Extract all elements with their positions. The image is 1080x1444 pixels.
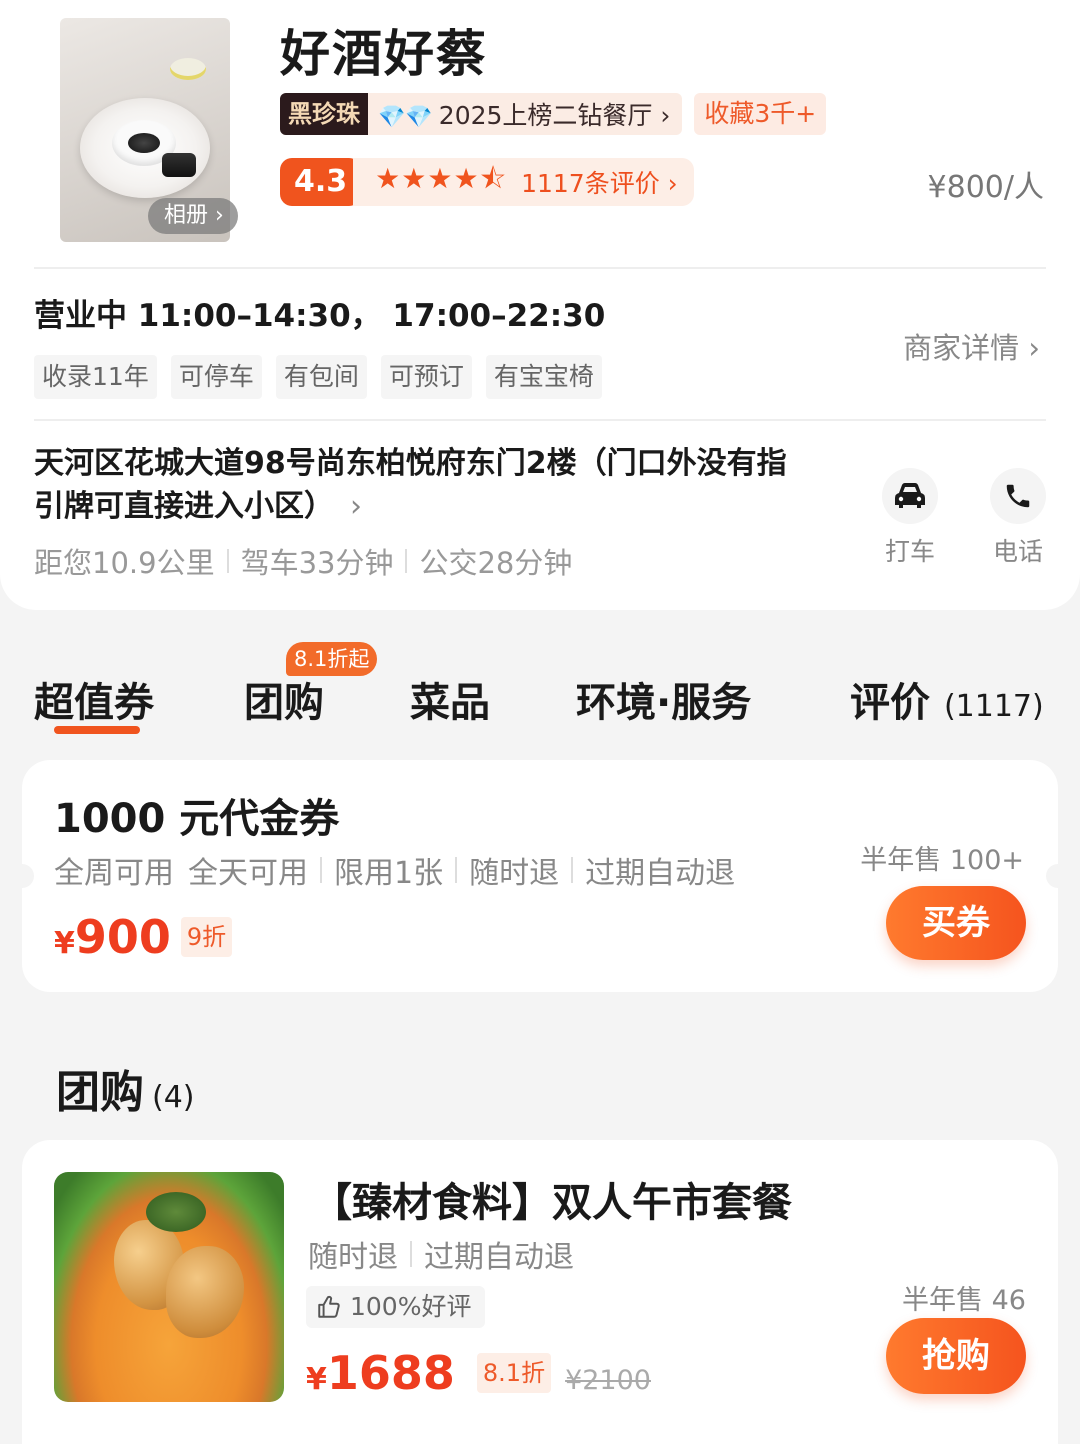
phone-label: 电话 [992, 537, 1043, 566]
tab-group-buy[interactable]: 团购 [244, 670, 324, 728]
feature-tags: 收录11年 可停车 有包间 可预订 有宝宝椅 [34, 355, 602, 399]
voucher-term: 限用1张 [334, 856, 444, 891]
separator [226, 549, 229, 573]
feature-tag: 可预订 [380, 355, 472, 399]
photo-food [166, 1246, 244, 1338]
feature-tag: 可停车 [170, 355, 262, 399]
discount-badge: 9折 [180, 917, 233, 957]
voucher-term: 过期自动退 [585, 856, 736, 891]
grab-deal-button[interactable]: 抢购 [886, 1318, 1026, 1394]
rating-box: ★★★★⯪ 1117条评价 › [353, 158, 694, 206]
star-rating-icon: ★★★★⯪ [375, 162, 508, 195]
currency-symbol: ¥ [54, 926, 75, 961]
good-rate-badge: 100%好评 [306, 1286, 486, 1328]
shop-name: 好酒好蔡 [280, 25, 488, 83]
address-text: 天河区花城大道98号尚东柏悦府东门2楼（门口外没有指引牌可直接进入小区） [34, 446, 787, 524]
shop-header-card: 相册 › 好酒好蔡 黑珍珠 💎💎 2025上榜二钻餐厅 › 收藏3千+ 4.3 ★… [0, 0, 1080, 610]
rating-row[interactable]: 4.3 ★★★★⯪ 1117条评价 › [280, 158, 694, 206]
card-notch [10, 864, 34, 888]
photo-tin [162, 153, 196, 177]
group-buy-heading: 团购 (4) [56, 1056, 195, 1120]
group-buy-count: (4) [152, 1080, 195, 1115]
buy-voucher-button[interactable]: 买券 [886, 886, 1026, 960]
feature-tag: 收录11年 [34, 355, 157, 399]
group-deal-card[interactable]: 【臻材食料】双人午市套餐 随时退 过期自动退 100%好评 ¥1688 8.1折… [22, 1140, 1058, 1444]
tab-environment-service[interactable]: 环境·服务 [576, 670, 751, 728]
pearl-rank: 💎💎 2025上榜二钻餐厅 › [368, 96, 682, 132]
thumbs-up-icon [316, 1294, 342, 1320]
merchant-detail-link[interactable]: 商家详情 › [903, 325, 1040, 367]
phone-button[interactable]: 电话 [978, 468, 1058, 568]
separator [571, 857, 574, 883]
voucher-card[interactable]: 1000 元代金券 全周可用 全天可用 限用1张 随时退 过期自动退 ¥900 9… [10, 760, 1070, 992]
divider [34, 419, 1046, 421]
photo-caviar [128, 133, 160, 153]
divider [34, 267, 1046, 269]
black-pearl-badge[interactable]: 黑珍珠 💎💎 2025上榜二钻餐厅 › [280, 93, 683, 135]
photo-glass [170, 58, 206, 80]
separator [405, 549, 408, 573]
pearl-rank-text: 2025上榜二钻餐厅 › [438, 101, 671, 130]
deal-sold-count: 半年售 46 [902, 1285, 1026, 1316]
feature-tag: 有包间 [275, 355, 367, 399]
voucher-term: 随时退 [469, 856, 560, 891]
deal-term: 随时退 [308, 1240, 398, 1275]
card-notch [1046, 864, 1070, 888]
car-icon [882, 468, 938, 524]
voucher-term: 全周可用 [54, 856, 174, 891]
phone-icon [990, 468, 1046, 524]
tab-reviews-count: (1117) [943, 689, 1044, 724]
active-tab-indicator [54, 726, 140, 734]
address[interactable]: 天河区花城大道98号尚东柏悦府东门2楼（门口外没有指引牌可直接进入小区） › [34, 442, 794, 528]
feature-tag: 有宝宝椅 [485, 355, 602, 399]
separator [455, 857, 458, 883]
chevron-right-icon: › [350, 489, 362, 524]
review-count-link[interactable]: 1117条评价 › [521, 164, 678, 200]
tab-voucher[interactable]: 超值券 [34, 670, 154, 728]
group-buy-title: 团购 [56, 1067, 144, 1118]
currency-symbol: ¥ [306, 1362, 327, 1397]
tab-reviews[interactable]: 评价 (1117) [850, 670, 1044, 728]
tab-dishes[interactable]: 菜品 [410, 670, 490, 728]
voucher-sold-count: 半年售 100+ [860, 845, 1024, 876]
black-pearl-label: 黑珍珠 [280, 93, 368, 135]
favorites-count[interactable]: 收藏3千+ [694, 93, 827, 135]
separator [410, 1241, 412, 1267]
original-price: ¥2100 [565, 1365, 651, 1396]
voucher-terms: 全周可用 全天可用 限用1张 随时退 过期自动退 [54, 848, 735, 892]
deal-price-value: 1688 [326, 1346, 455, 1400]
voucher-price-value: 900 [74, 910, 171, 964]
price-per-person: ¥800/人 [927, 170, 1044, 205]
album-button[interactable]: 相册 › [148, 198, 238, 234]
bus-time: 公交28分钟 [419, 546, 573, 580]
photo-garnish [146, 1192, 206, 1232]
deal-photo[interactable] [54, 1172, 284, 1402]
taxi-label: 打车 [884, 537, 935, 566]
deal-term: 过期自动退 [424, 1240, 574, 1275]
business-hours: 营业中 11:00–14:30， 17:00–22:30 [34, 298, 606, 334]
group-discount-badge: 8.1折起 [286, 642, 378, 676]
separator [320, 857, 322, 883]
drive-time: 驾车33分钟 [240, 546, 394, 580]
badge-row: 黑珍珠 💎💎 2025上榜二钻餐厅 › 收藏3千+ [280, 93, 827, 135]
deal-price: ¥1688 8.1折 ¥2100 [306, 1346, 651, 1400]
rating-score: 4.3 [280, 158, 362, 206]
taxi-button[interactable]: 打车 [870, 468, 950, 568]
voucher-term: 全天可用 [188, 856, 308, 891]
discount-badge: 8.1折 [476, 1353, 552, 1393]
deal-name: 【臻材食料】双人午市套餐 [312, 1180, 792, 1226]
tab-reviews-label: 评价 [850, 680, 930, 726]
section-tabs: 超值券 团购 8.1折起 菜品 环境·服务 评价 (1117) [0, 640, 1080, 750]
voucher-title: 1000 元代金券 [54, 796, 340, 842]
deal-terms: 随时退 过期自动退 [308, 1232, 574, 1276]
voucher-price: ¥900 9折 [54, 910, 233, 964]
diamond-icon: 💎💎 [378, 105, 433, 130]
distance-row: 距您10.9公里 驾车33分钟 公交28分钟 [34, 540, 572, 582]
good-rate-text: 100%好评 [350, 1292, 472, 1321]
distance-text: 距您10.9公里 [34, 546, 215, 580]
